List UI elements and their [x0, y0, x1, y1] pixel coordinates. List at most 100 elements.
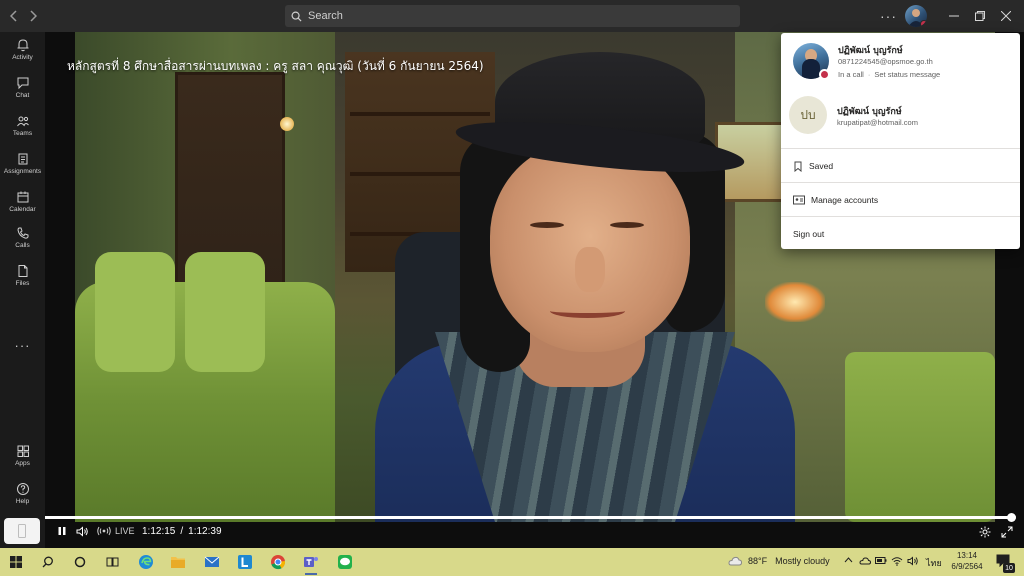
- rail-item-assignments[interactable]: Assignments: [0, 152, 45, 188]
- app-rail: Activity Chat Teams Assignments Calendar…: [0, 32, 45, 548]
- sign-out-menu-item[interactable]: Sign out: [781, 218, 1020, 250]
- gear-icon: [979, 526, 991, 538]
- more-options-button[interactable]: ···: [880, 8, 897, 24]
- rail-item-apps[interactable]: Apps: [0, 444, 45, 480]
- file-explorer-taskbar-button[interactable]: [166, 550, 190, 574]
- seek-bar-thumb[interactable]: [1007, 513, 1017, 522]
- rail-item-calls[interactable]: Calls: [0, 226, 45, 262]
- time-display: 1:12:15 / 1:12:39: [142, 526, 222, 537]
- windows-logo-icon: [10, 556, 22, 568]
- l-app-taskbar-button[interactable]: [233, 550, 257, 574]
- close-icon: [1001, 11, 1011, 21]
- menu-divider: [781, 182, 1020, 183]
- line-taskbar-button[interactable]: [333, 550, 357, 574]
- taskbar-search-button[interactable]: [36, 550, 60, 574]
- task-view-button[interactable]: [100, 550, 124, 574]
- edge-icon: [139, 555, 153, 569]
- tray-volume[interactable]: [907, 556, 919, 568]
- rail-item-calendar[interactable]: Calendar: [0, 190, 45, 226]
- busy-status-dot: [920, 20, 927, 27]
- id-card-icon: [793, 195, 805, 205]
- start-button[interactable]: [4, 550, 28, 574]
- presence-status-label[interactable]: In a call: [838, 70, 864, 79]
- battery-icon: [875, 557, 887, 564]
- close-button[interactable]: [996, 6, 1016, 26]
- rail-item-label: Help: [15, 498, 30, 505]
- restore-button[interactable]: [970, 6, 990, 26]
- settings-button[interactable]: [979, 526, 991, 538]
- tray-battery[interactable]: [875, 556, 887, 567]
- l-app-icon: [238, 555, 252, 569]
- chrome-taskbar-button[interactable]: [266, 550, 290, 574]
- edge-taskbar-button[interactable]: [134, 550, 158, 574]
- menu-divider: [781, 216, 1020, 217]
- account-menu: ปฏิพัฒน์ บุญรักษ์ 0871224545@opsmoe.go.t…: [781, 33, 1020, 249]
- restore-icon: [975, 11, 985, 21]
- title-bar: ···: [0, 0, 1024, 32]
- chat-icon: [17, 77, 28, 90]
- input-language[interactable]: ไทย: [926, 556, 942, 570]
- status-separator: ·: [867, 70, 871, 79]
- system-clock[interactable]: 13:14 6/9/2564: [950, 550, 984, 572]
- busy-status-dot: [819, 69, 830, 80]
- phone-device-icon: [18, 524, 26, 538]
- search-icon: [291, 11, 302, 22]
- teams-taskbar-button[interactable]: [299, 550, 323, 575]
- help-icon: [16, 483, 29, 495]
- secondary-account[interactable]: ปบ ปฏิพัฒน์ บุญรักษ์ krupatipat@hotmail.…: [789, 96, 1014, 138]
- profile-avatar-button[interactable]: [905, 5, 927, 27]
- rail-item-help[interactable]: Help: [0, 482, 45, 518]
- video-title: หลักสูตรที่ 8 ศึกษาสื่อสารผ่านบทเพลง : ค…: [67, 59, 484, 73]
- rail-item-files[interactable]: Files: [0, 264, 45, 300]
- minimize-button[interactable]: [944, 6, 964, 26]
- cortana-button[interactable]: [68, 550, 92, 574]
- manage-accounts-menu-item[interactable]: Manage accounts: [781, 184, 1020, 216]
- fullscreen-button[interactable]: [1001, 526, 1013, 538]
- live-label: LIVE: [115, 526, 135, 536]
- time-separator: /: [180, 526, 184, 537]
- weather-widget[interactable]: 88°F Mostly cloudy: [728, 556, 830, 566]
- seek-bar[interactable]: [45, 513, 1017, 522]
- tray-cloud[interactable]: [859, 556, 872, 567]
- clock-date: 6/9/2564: [951, 562, 983, 571]
- rail-item-label: Assignments: [3, 168, 42, 175]
- primary-account[interactable]: ปฏิพัฒน์ บุญรักษ์ 0871224545@opsmoe.go.t…: [793, 43, 1013, 85]
- tray-wifi[interactable]: [891, 556, 903, 568]
- volume-button[interactable]: [76, 526, 89, 537]
- menu-divider: [781, 148, 1020, 149]
- search-box[interactable]: [285, 5, 740, 27]
- rail-item-teams[interactable]: Teams: [0, 114, 45, 150]
- menu-item-label: Saved: [809, 161, 834, 171]
- apps-icon: [17, 445, 29, 457]
- rail-item-label: Apps: [15, 460, 30, 467]
- rail-item-activity[interactable]: Activity: [0, 38, 45, 74]
- live-indicator: LIVE: [96, 526, 135, 536]
- pause-button[interactable]: [57, 526, 67, 536]
- wifi-icon: [891, 557, 903, 566]
- live-broadcast-icon: [97, 526, 111, 536]
- rail-item-chat[interactable]: Chat: [0, 76, 45, 112]
- secondary-account-avatar: ปบ: [789, 96, 827, 134]
- back-button[interactable]: [4, 6, 24, 26]
- secondary-account-email: krupatipat@hotmail.com: [837, 118, 918, 127]
- task-view-icon: [106, 557, 118, 567]
- fullscreen-icon: [1001, 526, 1013, 538]
- minimized-window-thumbnail[interactable]: [4, 518, 40, 544]
- search-icon: [42, 556, 53, 568]
- chevron-left-icon: [10, 10, 17, 22]
- search-input[interactable]: [308, 10, 708, 22]
- teams-icon: [16, 116, 29, 127]
- bookmark-icon: [794, 161, 802, 172]
- mail-taskbar-button[interactable]: [200, 550, 224, 574]
- folder-icon: [171, 557, 185, 568]
- total-time: 1:12:39: [188, 526, 222, 537]
- mail-icon: [204, 556, 220, 567]
- set-status-message-link[interactable]: Set status message: [874, 70, 940, 79]
- forward-button[interactable]: [23, 6, 43, 26]
- cortana-icon: [74, 556, 86, 568]
- onedrive-icon: [859, 557, 872, 565]
- show-hidden-icons-button[interactable]: [844, 556, 853, 566]
- more-apps-button[interactable]: ···: [0, 338, 45, 353]
- rail-item-label: Teams: [12, 130, 33, 137]
- saved-menu-item[interactable]: Saved: [781, 150, 1020, 182]
